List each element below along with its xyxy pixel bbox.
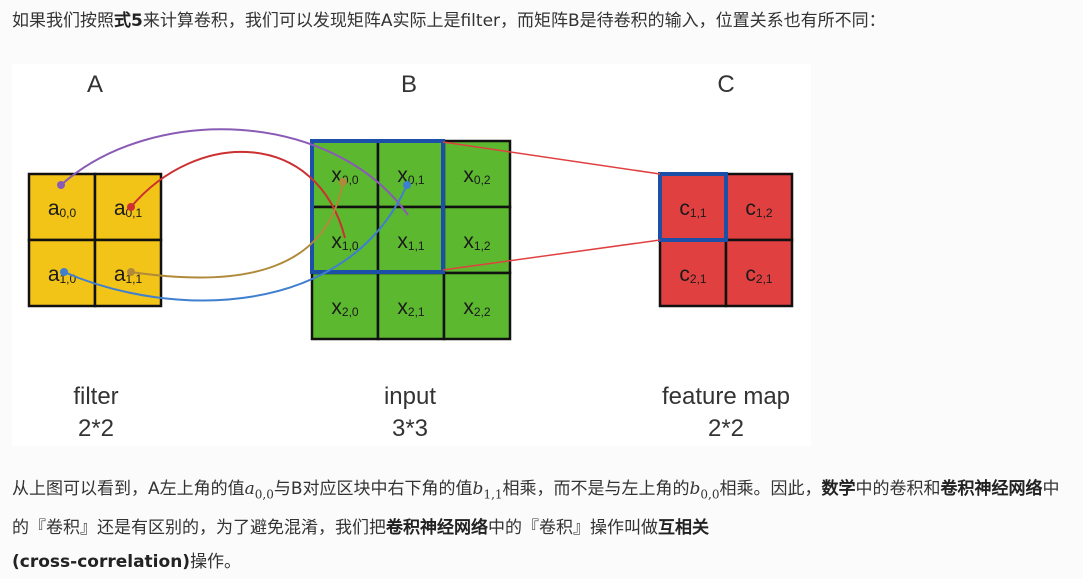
bold-term-cross-correlation: 互相关 — [658, 518, 709, 539]
math-base: a — [244, 479, 255, 499]
explanation-text: 相乘，而不是与左上角的 — [502, 479, 690, 499]
header-c: C — [717, 71, 734, 98]
convolution-diagram: A B C a0,0 a0,1a1,0 a1,1 x0,0 x0,1 x0,2x1,0 x… — [27, 71, 794, 442]
caption-input-size: 3*3 — [392, 415, 428, 442]
intro-text-1: 如果我们按照 — [12, 11, 114, 31]
math-b11: b1,1 — [472, 479, 503, 502]
math-subscript: 1,1 — [483, 487, 503, 502]
math-base: b — [689, 479, 701, 499]
header-a: A — [87, 71, 103, 98]
bold-term-math: 数学 — [821, 479, 856, 499]
intro-paragraph: 如果我们按照式5来计算卷积，我们可以发现矩阵A实际上是filter，而矩阵B是待… — [12, 4, 1072, 38]
caption-feature-map-size: 2*2 — [708, 415, 744, 442]
explanation-text: 与B对应区块中右下角的值 — [273, 479, 473, 499]
bold-term-cnn: 卷积神经网络 — [940, 479, 1043, 499]
math-base: b — [472, 479, 484, 499]
formula-reference: 式5 — [114, 11, 143, 31]
curve-dot — [127, 203, 135, 211]
math-subscript: 0,0 — [254, 487, 274, 502]
curve-dot — [403, 181, 411, 189]
math-b00: b0,0 — [689, 479, 720, 502]
filter-matrix: a0,0 a0,1a1,0 a1,1 — [27, 172, 163, 308]
explanation-text: 中的卷积和 — [855, 479, 941, 499]
curve-dot — [339, 178, 347, 186]
caption-filter-size: 2*2 — [78, 415, 114, 442]
curve-dot — [57, 181, 65, 189]
caption-filter-name: filter — [73, 383, 118, 410]
intro-text-2: 来计算卷积，我们可以发现矩阵A实际上是filter，而矩阵B是待卷积的输入，位置… — [142, 11, 886, 31]
math-a00: a0,0 — [244, 479, 274, 502]
explanation-text: 操作。 — [190, 552, 242, 573]
header-b: B — [401, 71, 417, 98]
bold-term-cnn: 卷积神经网络 — [386, 518, 488, 539]
explanation-text: 从上图可以看到，A左上角的值 — [12, 479, 245, 499]
explanation-text: 中的『卷积』操作叫做 — [488, 518, 658, 539]
curve-dot — [127, 268, 135, 276]
input-matrix: x0,0 x0,1 x0,2x1,0 x1,1 x1,2x2,0 x2,1 x2,2 — [310, 139, 512, 341]
caption-feature-map-name: feature map — [662, 383, 790, 410]
explanation-text: 相乘。因此， — [719, 479, 822, 499]
convolution-figure: A B C a0,0 a0,1 a1,0 a1,1 x0,0 x0,1 x0,2 x1,0 x… — [12, 64, 811, 446]
caption-input-name: input — [384, 383, 436, 410]
math-subscript: 0,0 — [700, 487, 720, 502]
bold-term-cross-correlation-en: (cross-correlation) — [12, 552, 191, 573]
explanation-paragraph: 从上图可以看到，A左上角的值a0,0与B对应区块中右下角的值b1,1相乘，而不是… — [12, 472, 1072, 579]
curve-dot — [60, 268, 68, 276]
